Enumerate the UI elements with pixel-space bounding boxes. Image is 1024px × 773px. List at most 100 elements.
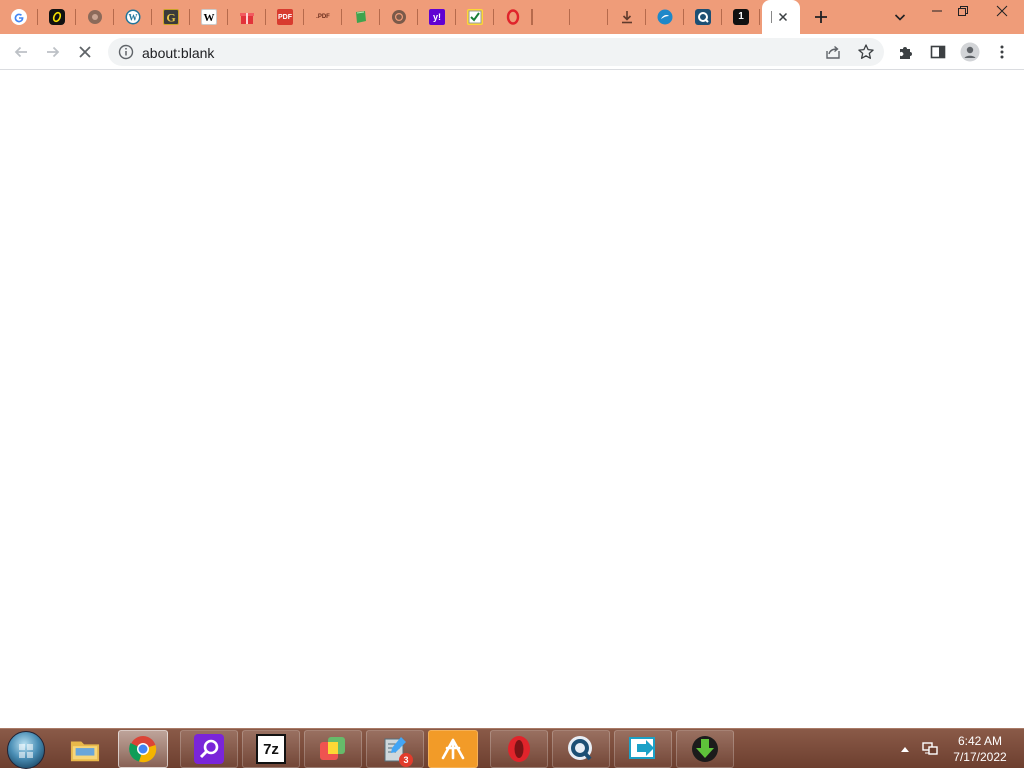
tab-active-blank[interactable] [762, 0, 800, 34]
svg-text:W: W [129, 13, 138, 23]
extensions-button[interactable] [894, 40, 918, 64]
pencil-doc-icon: 3 [380, 734, 413, 767]
arrow-right-icon [47, 46, 60, 58]
restore-icon [958, 6, 968, 16]
tab-download[interactable] [608, 0, 646, 34]
taskbar-chrome[interactable] [118, 730, 168, 768]
tab-list: W G W PDF .PDF y! 1 [0, 0, 800, 34]
info-icon[interactable] [118, 44, 134, 60]
taskbar-7zip[interactable]: 7z [242, 730, 300, 768]
tray-expand-icon[interactable] [900, 745, 910, 753]
black-rounded-app-icon [49, 9, 65, 25]
folder-icon [70, 734, 100, 764]
arrow-left-icon [14, 46, 27, 58]
system-clock[interactable]: 6:42 AM 7/17/2022 [945, 733, 1015, 765]
profile-button[interactable] [958, 40, 982, 64]
tab-one[interactable]: 1 [722, 0, 760, 34]
arrow-screen-icon [628, 734, 658, 764]
side-panel-icon [930, 45, 946, 59]
q-search-icon [566, 734, 596, 764]
avatar-icon [960, 42, 980, 62]
green-book-icon [353, 9, 369, 25]
tab-google[interactable] [0, 0, 38, 34]
tab-wordpress[interactable]: W [114, 0, 152, 34]
star-icon[interactable] [857, 43, 875, 61]
checklist-icon [467, 9, 483, 25]
tab-blue-app[interactable] [646, 0, 684, 34]
start-button[interactable] [7, 731, 45, 769]
taskbar-remote[interactable] [614, 730, 672, 768]
sun-rays-icon [438, 734, 468, 764]
tab-strip: W G W PDF .PDF y! 1 [0, 0, 1024, 34]
address-bar[interactable]: about:blank [108, 38, 884, 66]
blank-tab-icon [581, 9, 597, 25]
plus-icon [815, 11, 827, 23]
taskbar: 7z 3 6:42 AM 7/17/2022 [0, 728, 1024, 769]
green-download-icon [690, 734, 720, 764]
taskbar-q-search[interactable] [552, 730, 610, 768]
opera-icon [504, 734, 534, 764]
taskbar-sun-app[interactable] [428, 730, 478, 768]
one-icon: 1 [733, 9, 749, 25]
tab-gift[interactable] [228, 0, 266, 34]
taskbar-downloader[interactable] [676, 730, 734, 768]
close-icon [79, 46, 91, 58]
tab-globe[interactable] [76, 0, 114, 34]
stop-loading-button[interactable] [73, 40, 97, 64]
taskbar-compose-app[interactable]: 3 [366, 730, 424, 768]
tab-search-button[interactable] [888, 5, 912, 29]
clock-time: 6:42 AM [957, 734, 1003, 748]
svg-text:W: W [204, 12, 215, 24]
tab-pdf-2[interactable]: .PDF [304, 0, 342, 34]
menu-button[interactable] [990, 40, 1014, 64]
clock-date: 7/17/2022 [953, 750, 1007, 764]
notification-badge: 3 [399, 753, 413, 767]
taskbar-office-app[interactable] [304, 730, 362, 768]
pdf-orange-icon: .PDF [316, 14, 330, 20]
close-icon [996, 5, 1008, 17]
page-content-blank[interactable] [0, 71, 1024, 728]
blue-circle-app-icon [657, 9, 673, 25]
pdf-red-icon: PDF [277, 9, 293, 25]
minimize-button[interactable] [924, 0, 950, 22]
chrome-gray-icon [391, 9, 407, 25]
tab-opera[interactable] [494, 0, 532, 34]
tab-yahoo[interactable]: y! [418, 0, 456, 34]
window-close-button[interactable] [980, 0, 1024, 22]
forward-button[interactable] [41, 40, 65, 64]
side-panel-button[interactable] [926, 40, 950, 64]
tab-blank-2[interactable] [570, 0, 608, 34]
puzzle-icon [900, 47, 912, 59]
taskbar-explorer[interactable] [56, 730, 114, 768]
tab-wikipedia[interactable]: W [190, 0, 228, 34]
share-icon[interactable] [824, 43, 842, 61]
close-icon[interactable] [775, 9, 791, 25]
chevron-down-icon [894, 14, 906, 21]
taskbar-search-app[interactable] [180, 730, 238, 768]
restore-button[interactable] [950, 0, 976, 22]
address-text[interactable]: about:blank [142, 45, 214, 61]
svg-text:G: G [166, 11, 175, 25]
tab-chrome-gray[interactable] [380, 0, 418, 34]
taskbar-opera[interactable] [490, 730, 548, 768]
new-tab-button[interactable] [809, 5, 833, 29]
tab-app-black[interactable] [38, 0, 76, 34]
magnifier-app-icon [194, 734, 224, 764]
back-button[interactable] [9, 40, 33, 64]
google-icon [11, 9, 27, 25]
tab-blank-1[interactable] [532, 0, 570, 34]
tab-grammar[interactable]: G [152, 0, 190, 34]
network-icon[interactable] [921, 741, 939, 757]
opera-icon [505, 9, 521, 25]
kebab-menu-icon [1000, 45, 1004, 59]
download-arrow-icon [619, 9, 635, 25]
colored-squares-icon [318, 734, 348, 764]
tab-green-book[interactable] [342, 0, 380, 34]
7zip-icon: 7z [256, 734, 286, 764]
windows-orb-icon [19, 744, 33, 758]
tab-title-cursor [771, 11, 772, 23]
tab-checklist[interactable] [456, 0, 494, 34]
tab-q-search[interactable] [684, 0, 722, 34]
browser-toolbar: about:blank [0, 34, 1024, 70]
tab-pdf[interactable]: PDF [266, 0, 304, 34]
